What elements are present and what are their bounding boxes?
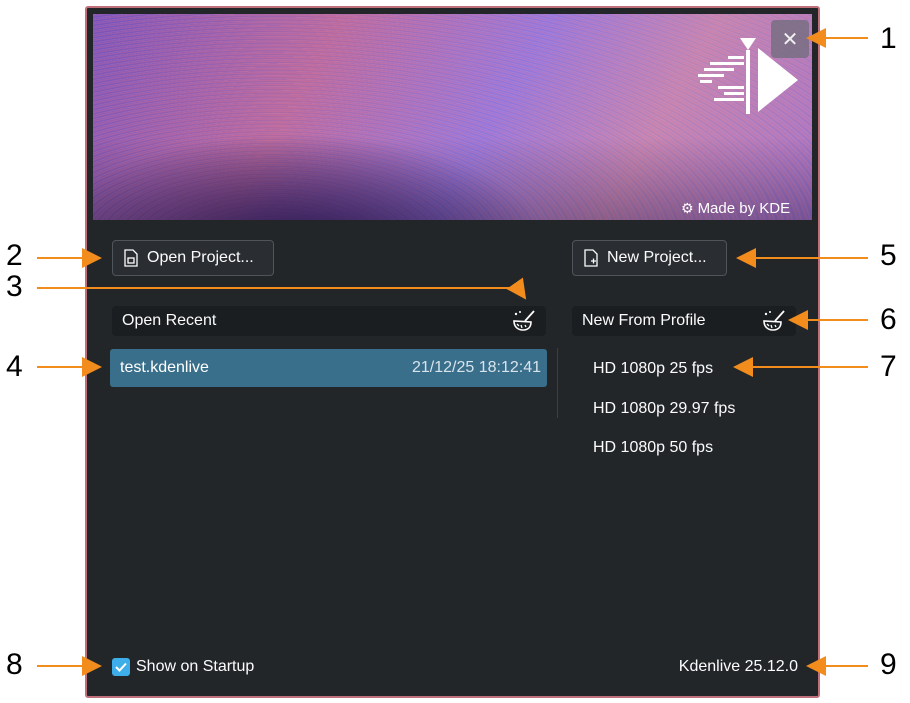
callout-arrows — [37, 28, 868, 676]
callout-2: 2 — [6, 239, 23, 272]
callout-1: 1 — [880, 22, 897, 55]
callout-6: 6 — [880, 303, 897, 336]
callout-3: 3 — [6, 270, 23, 303]
callout-9: 9 — [880, 648, 897, 681]
callout-5: 5 — [880, 239, 897, 272]
callout-7: 7 — [880, 350, 897, 383]
callout-8: 8 — [6, 648, 23, 681]
callout-4: 4 — [6, 350, 23, 383]
